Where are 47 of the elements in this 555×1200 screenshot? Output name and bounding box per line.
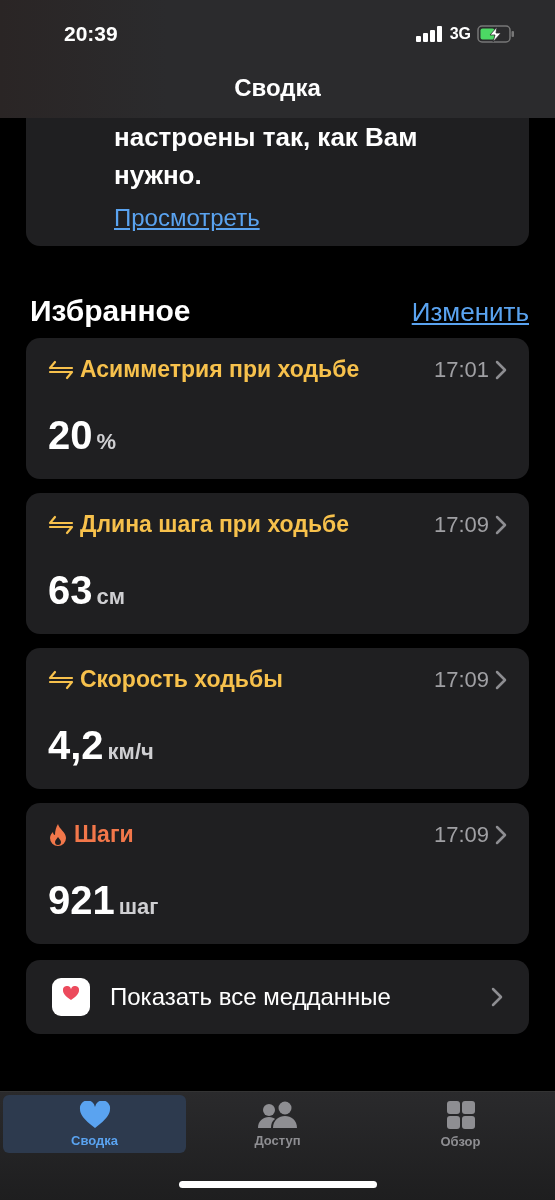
tab-bar-item[interactable]: Обзор [369,1095,552,1153]
metric-value: 20 [48,413,93,458]
metric-unit: шаг [118,894,159,920]
view-link[interactable]: Просмотреть [114,204,260,232]
flame-icon [48,822,68,847]
screen-title: Сводка [233,74,322,102]
signal-icon [415,26,444,42]
tab-bar-item[interactable]: Доступ [186,1095,369,1153]
people-icon [256,1100,299,1129]
edit-link[interactable]: Изменить [411,297,529,328]
section-title: Избранное [30,294,191,328]
metric-unit: км/ч [107,739,154,765]
metric-time: 17:09 [433,821,489,848]
heart-icon [78,1100,111,1129]
show-all-label: Показать все медданные [110,983,392,1011]
chevron-icon [495,359,507,380]
status-time: 20:39 [64,22,118,46]
arrows-icon [48,513,74,536]
metric-value: 63 [48,568,93,613]
metric-card[interactable]: Скорость ходьбы 17:09 4,2 км/ч [26,648,529,789]
chevron-icon [491,987,503,1007]
metric-title: Длина шага при ходьбе [80,511,351,538]
arrows-icon [48,668,74,691]
network-label: 3G [449,25,471,43]
metric-time: 17:01 [433,356,489,383]
metric-title: Асимметрия при ходьбе [80,356,361,383]
metric-value: 4,2 [48,723,104,768]
metric-value: 921 [48,878,115,923]
metric-unit: % [96,429,117,455]
notice-text: настроены так, как Вам нужно. [114,121,419,192]
chevron-icon [495,669,507,690]
battery-icon [477,25,515,43]
metric-time: 17:09 [433,511,489,538]
arrows-icon [48,358,74,381]
metric-time: 17:09 [433,666,489,693]
metric-card[interactable]: Длина шага при ходьбе 17:09 63 см [26,493,529,634]
metric-unit: см [96,584,125,610]
grid-icon [445,1099,476,1130]
metric-title: Шаги [74,821,135,848]
chevron-icon [495,514,507,535]
metric-title: Скорость ходьбы [80,666,284,693]
health-app-icon [52,978,90,1016]
metric-card[interactable]: Шаги 17:09 921 шаг [26,803,529,944]
metric-card[interactable]: Асимметрия при ходьбе 17:01 20% [26,338,529,479]
tab-bar-item[interactable]: Сводка [3,1095,186,1153]
show-all-row[interactable]: Показать все медданные [26,960,529,1034]
chevron-icon [495,824,507,845]
